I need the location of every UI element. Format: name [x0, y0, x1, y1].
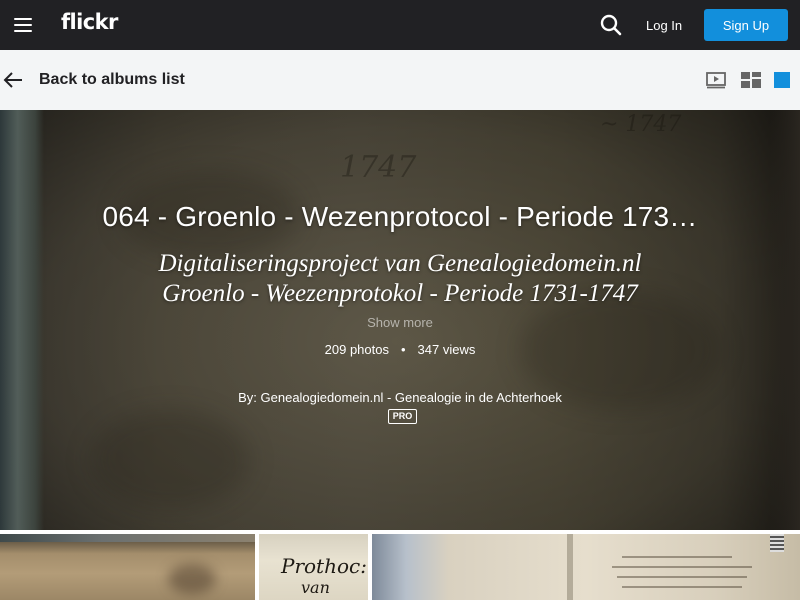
flickr-logo[interactable]: flickr [61, 10, 118, 34]
search-icon[interactable] [599, 13, 623, 37]
pro-badge: PRO [388, 409, 417, 424]
back-arrow-icon[interactable] [2, 69, 24, 91]
show-more-link[interactable]: Show more [367, 315, 433, 330]
photo-thumbnail[interactable] [0, 534, 255, 600]
album-stats: 209 photos • 347 views [0, 342, 800, 357]
menu-icon[interactable] [14, 17, 32, 33]
album-description-line-2: Groenlo - Weezenprotokol - Periode 1731-… [162, 280, 638, 307]
single-view-icon[interactable] [774, 72, 790, 88]
thumbnail-handwriting: Prothoc: [281, 554, 367, 578]
photo-thumbnail[interactable]: Prothoc: van [259, 534, 368, 600]
album-description-line-1: Digitaliseringsproject van Genealogiedom… [158, 250, 642, 277]
back-to-albums-link[interactable]: Back to albums list [39, 71, 185, 89]
photo-thumbnail[interactable] [372, 534, 800, 600]
stats-separator: • [400, 342, 406, 357]
album-title: 064 - Groenlo - Wezenprotocol - Periode … [102, 201, 698, 232]
photo-count: 209 photos [324, 342, 389, 357]
thumbnail-handwriting: van [301, 578, 330, 597]
slideshow-icon[interactable] [706, 71, 726, 89]
grid-view-icon[interactable] [741, 71, 761, 89]
login-link[interactable]: Log In [646, 18, 682, 33]
signup-button[interactable]: Sign Up [704, 9, 788, 41]
view-count: 347 views [417, 342, 476, 357]
owner-link[interactable]: Genealogiedomein.nl - Genealogie in de A… [261, 390, 562, 405]
show-more-row: Show more [0, 315, 800, 330]
byline-prefix: By: [238, 390, 261, 405]
album-byline: By: Genealogiedomein.nl - Genealogie in … [0, 390, 800, 405]
photo-grid: Prothoc: van [0, 530, 800, 600]
